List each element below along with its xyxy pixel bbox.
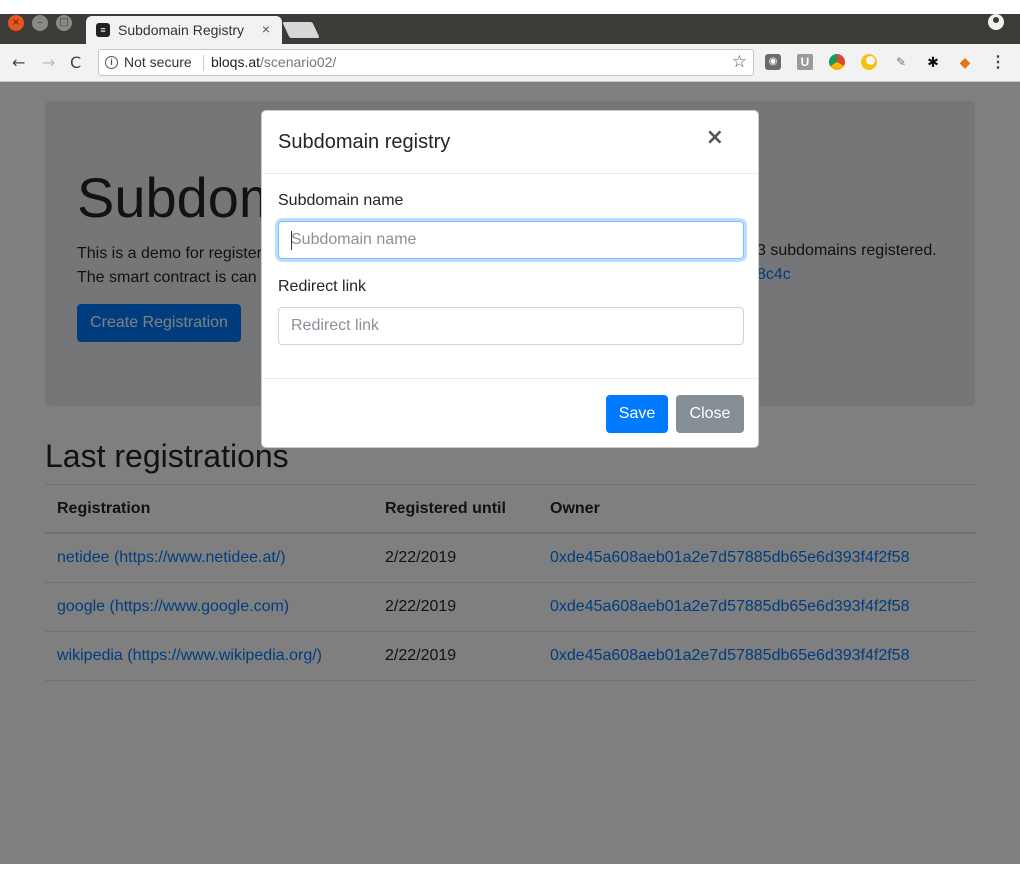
window-close-icon[interactable]: × — [8, 15, 24, 31]
url-text[interactable]: bloqs.at/scenario02/ — [211, 54, 336, 70]
subdomain-name-input[interactable]: Subdomain name — [278, 221, 744, 259]
chrome-extension-icon[interactable] — [829, 54, 845, 70]
tab-title: Subdomain Registry — [118, 22, 245, 38]
new-tab-button[interactable] — [282, 22, 320, 38]
modal-footer: Save Close — [262, 378, 758, 448]
address-bar[interactable]: i Not secure bloqs.at/scenario02/ ☆ — [98, 49, 754, 76]
redirect-link-input[interactable]: Redirect link — [278, 307, 744, 345]
browser-toolbar: ← → C i Not secure bloqs.at/scenario02/ … — [0, 44, 1020, 82]
modal-title: Subdomain registry — [278, 131, 451, 153]
subdomain-name-placeholder: Subdomain name — [291, 231, 417, 248]
browser-titlebar: × – □ ≡ Subdomain Registry × — [0, 0, 1020, 44]
close-button[interactable]: Close — [676, 395, 744, 433]
metamask-fox-icon[interactable]: ◆ — [957, 54, 973, 70]
bookmark-star-icon[interactable]: ☆ — [732, 52, 747, 72]
url-divider — [203, 55, 204, 71]
back-arrow-icon[interactable]: ← — [12, 53, 25, 72]
tab-close-icon[interactable]: × — [262, 21, 270, 37]
redirect-link-label: Redirect link — [278, 278, 367, 295]
titlebar-top-margin — [0, 0, 1020, 14]
subdomain-registry-dialog: Subdomain registry × Subdomain name Subd… — [261, 110, 759, 448]
info-icon[interactable]: i — [105, 56, 118, 69]
moon-extension-icon[interactable] — [861, 54, 877, 70]
camera-extension-icon[interactable]: ◉ — [765, 54, 781, 70]
modal-header: Subdomain registry × — [262, 111, 758, 174]
redirect-link-placeholder: Redirect link — [291, 317, 380, 334]
profile-icon[interactable] — [988, 14, 1004, 30]
save-button[interactable]: Save — [606, 395, 668, 433]
url-host: bloqs.at — [211, 54, 261, 70]
reload-icon[interactable]: C — [70, 53, 81, 72]
browser-tab[interactable]: ≡ Subdomain Registry × — [86, 16, 282, 44]
forward-arrow-icon[interactable]: → — [42, 53, 55, 72]
subdomain-name-label: Subdomain name — [278, 192, 404, 209]
browser-menu-icon[interactable]: ⋮ — [990, 52, 1006, 72]
window-maximize-icon[interactable]: □ — [56, 15, 72, 31]
tab-favicon-icon: ≡ — [96, 23, 110, 37]
window-minimize-icon[interactable]: – — [32, 15, 48, 31]
tool-extension-icon[interactable]: ✎ — [893, 54, 909, 70]
ublock-extension-icon[interactable]: U — [797, 54, 813, 70]
paw-extension-icon[interactable]: ✱ — [925, 54, 941, 70]
url-path: /scenario02/ — [260, 54, 337, 70]
close-icon[interactable]: × — [706, 125, 724, 150]
security-indicator[interactable]: Not secure — [124, 54, 192, 70]
window-bottom-edge — [0, 864, 1020, 876]
text-caret — [291, 231, 292, 250]
